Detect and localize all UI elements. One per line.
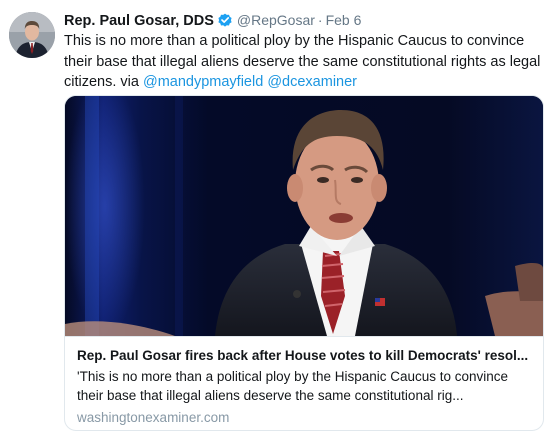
link-preview-card[interactable]: Rep. Paul Gosar fires back after House v… <box>64 95 544 431</box>
tweet[interactable]: Rep. Paul Gosar, DDS @RepGosar · Feb 6 This… <box>0 0 550 439</box>
card-photo <box>65 96 543 336</box>
mention-link[interactable]: @mandypmayfield <box>143 74 263 90</box>
avatar[interactable] <box>9 12 55 58</box>
card-title[interactable]: Rep. Paul Gosar fires back after House v… <box>77 346 531 365</box>
author-name[interactable]: Rep. Paul Gosar, DDS <box>64 13 214 29</box>
verified-badge-icon <box>217 12 233 28</box>
mention-link[interactable]: @dcexaminer <box>267 74 357 90</box>
card-image[interactable] <box>65 96 543 336</box>
card-description: 'This is no more than a political ploy b… <box>77 369 509 403</box>
tweet-date[interactable]: Feb 6 <box>326 12 362 28</box>
card-info[interactable]: Rep. Paul Gosar fires back after House v… <box>65 336 543 430</box>
avatar-portrait-icon <box>9 12 55 58</box>
tweet-header: Rep. Paul Gosar, DDS @RepGosar · Feb 6 <box>64 10 544 30</box>
separator-dot: · <box>317 12 323 28</box>
card-domain: washingtonexaminer.com <box>77 410 230 425</box>
author-handle[interactable]: @RepGosar <box>237 12 315 28</box>
tweet-text: This is no more than a political ploy by… <box>64 31 544 93</box>
